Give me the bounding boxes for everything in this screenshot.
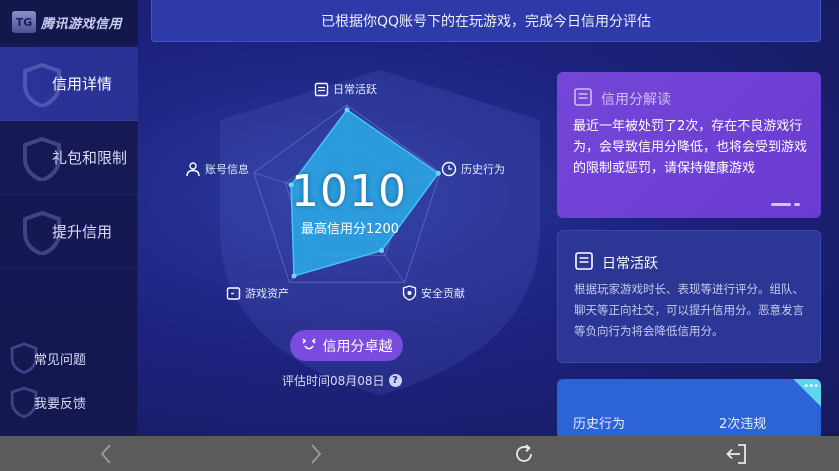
help-icon[interactable]: ? (388, 374, 402, 387)
refresh-icon (516, 443, 532, 462)
radar-point (344, 107, 350, 113)
document-icon (573, 87, 593, 111)
credit-interpretation-card: 信用分解读 最近一年被处罚了2次，存在不良游戏行为，会导致信用分降低，也将会受到… (557, 72, 821, 218)
radar-axis-label: 安全贡献 (421, 287, 465, 300)
radar-axis-label: 日常活跃 (333, 83, 377, 96)
credit-score-value: 1010 (291, 166, 407, 217)
history-row: 历史行为 2次违规 (573, 413, 803, 432)
card-body: 最近一年被处罚了2次，存在不良游戏行为，会导致信用分降低，也将会受到游戏的限制或… (573, 119, 808, 176)
radar-axis-daily-activity: 日常活跃 (313, 81, 377, 97)
radar-axis-label: 账号信息 (205, 163, 249, 176)
sidebar-item-label: 信用详情 (52, 75, 113, 93)
card-title: 信用分解读 (601, 92, 671, 108)
radar-axis-label: 游戏资产 (245, 287, 289, 300)
radar-axis-security: 安全贡献 (401, 285, 465, 301)
radar-point (291, 273, 297, 279)
sidebar-item-label: 礼包和限制 (52, 149, 128, 167)
card-header: 信用分解读 (573, 87, 671, 111)
sidebar-item-label: 提升信用 (52, 223, 113, 241)
chevron-right-icon (311, 443, 322, 464)
shield-icon (401, 285, 417, 301)
history-value: 2次违规 (719, 417, 767, 432)
radar-point (379, 248, 385, 254)
radar-axis-history: 历史行为 (441, 161, 505, 177)
history-label: 历史行为 (573, 417, 626, 432)
forward-button[interactable] (296, 436, 336, 471)
document-icon (313, 81, 329, 97)
exit-icon (726, 443, 746, 464)
refresh-button[interactable] (504, 436, 544, 471)
credit-rating-button[interactable]: 信用分卓越 (290, 330, 403, 361)
chevron-left-icon (100, 443, 111, 464)
more-icon[interactable]: ••• (803, 381, 819, 392)
sidebar-item-label: 常见问题 (34, 352, 87, 368)
sidebar-item-label: 我要反馈 (34, 396, 87, 412)
evaluation-time-text: 评估时间08月08日 (282, 374, 385, 388)
exit-button[interactable] (716, 436, 756, 471)
document-icon (574, 251, 594, 275)
wallet-icon (225, 285, 241, 301)
clock-icon (441, 161, 457, 177)
rating-label: 信用分卓越 (322, 338, 393, 355)
card-title: 日常活跃 (602, 256, 658, 272)
radar-axis-account-info: 账号信息 (185, 161, 249, 177)
smile-icon (301, 337, 317, 355)
card-header: 日常活跃 (574, 251, 658, 275)
bottom-navigation-bar (0, 436, 839, 471)
max-credit-label: 最高信用分1200 (300, 222, 400, 237)
back-button[interactable] (86, 436, 126, 471)
page-indicator (771, 191, 801, 206)
radar-axis-label: 历史行为 (461, 163, 505, 176)
daily-activity-card[interactable]: 日常活跃 根据玩家游戏时长、表现等进行评分。组队、聊天等正向社交，可以提升信用分… (557, 230, 821, 363)
user-icon (185, 161, 201, 177)
radar-axis-game-assets: 游戏资产 (225, 285, 289, 301)
app-window: TG 腾讯游戏信用 信用详情 礼包和限制 提升信用 常见问题 我要反馈 已根据你… (0, 0, 839, 436)
history-behavior-card[interactable]: ••• 历史行为 2次违规 (557, 379, 821, 436)
credit-radar-chart (253, 104, 441, 283)
evaluation-time: 评估时间08月08日 ? (282, 372, 422, 389)
card-body: 根据玩家游戏时长、表现等进行评分。组队、聊天等正向社交，可以提升信用分。恶意发言… (574, 282, 804, 338)
